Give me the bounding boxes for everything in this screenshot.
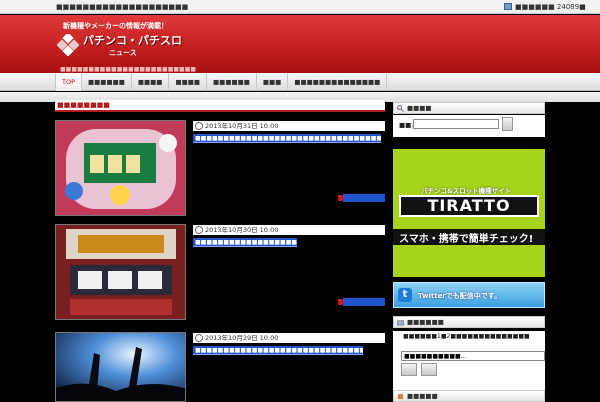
banner-subtitle: パチンコ&スロット機種サイト <box>421 187 512 195</box>
banner-cta-text: スマホ・携帯で簡単チェック! <box>399 234 534 245</box>
twitter-banner-text: Twitterでも配信中です。 <box>418 292 502 300</box>
nav-item[interactable]: ■■■■■■■■■■■■■■ <box>287 73 388 91</box>
logo-site-name-sub: ニュース <box>109 49 137 57</box>
nav-item-top[interactable]: TOP <box>55 73 82 91</box>
ranking-next-button[interactable] <box>421 363 437 376</box>
search-widget: ■■: <box>393 115 545 137</box>
logo-mark-icon <box>57 34 79 56</box>
bottom-widget-header: ■■■■■ <box>393 390 545 402</box>
search-input[interactable] <box>413 119 499 129</box>
post-title-link[interactable]: ■■■■■■■■■■■■■■■■■■■■■■■■■■■■■■■■■■■■■■■■… <box>193 346 363 355</box>
search-button[interactable] <box>502 117 513 131</box>
nav-item[interactable]: ■■■■ <box>130 73 169 91</box>
post-date: 2013年10月29日 10:00 <box>193 333 385 343</box>
section-title: ■■■■■■■■ <box>55 100 385 112</box>
post-thumbnail[interactable] <box>55 120 186 216</box>
ranking-prev-button[interactable] <box>401 363 417 376</box>
ranking-text: ■■■■■■1■2■■■■■■■■■■■■■■ <box>403 333 530 340</box>
ranking-select[interactable] <box>401 351 545 361</box>
folder-icon <box>397 320 404 326</box>
rss-icon <box>504 3 512 10</box>
post-thumbnail[interactable] <box>55 224 186 320</box>
nav-items: TOP ■■■■■■ ■■■■ ■■■■ ■■■■■■ ■■■ ■■■■■■■■… <box>55 73 388 91</box>
global-nav: TOP ■■■■■■ ■■■■ ■■■■ ■■■■■■ ■■■ ■■■■■■■■… <box>0 73 600 91</box>
post-date: 2013年10月31日 10:00 <box>193 121 385 131</box>
post-title-link[interactable]: ■■■■■■■■■■■■■■■■■■■■■■■■■■■■■■■■■■■■■■■■… <box>193 134 381 143</box>
site-tagline: ■■■■■■■■■■■■■■■■■■■■ <box>56 3 189 11</box>
search-icon <box>397 105 404 112</box>
banner-logo-text: TIRATTO <box>427 196 511 215</box>
post-date: 2013年10月30日 10:00 <box>193 225 385 235</box>
post-thumbnail[interactable] <box>55 332 186 402</box>
post-title-link[interactable]: ■■■■■■■■■■■■■■■■■■■■■■■■■■■■■ <box>193 238 297 247</box>
twitter-bird-icon: t <box>398 288 412 302</box>
nav-item[interactable]: ■■■■■■ <box>81 73 131 91</box>
read-more-button[interactable] <box>338 298 385 306</box>
rss-count-label: ■■■■■■ 24089■ <box>515 3 586 11</box>
logo-site-name: パチンコ・パチスロ <box>83 34 182 47</box>
clock-icon <box>195 122 203 130</box>
site-header: 新機種やメーカーの情報が満載！ パチンコ・パチスロ ニュース ■■■■■■■■■… <box>0 15 600 73</box>
tiratto-banner[interactable]: パチンコ&スロット機種サイト TIRATTO スマホ・携帯で簡単チェック! <box>393 149 545 277</box>
clock-icon <box>195 226 203 234</box>
ranking-widget-header: ■■■■■■ <box>393 316 545 328</box>
rss-reader-count[interactable]: ■■■■■■ 24089■ <box>504 3 586 11</box>
clock-icon <box>195 334 203 342</box>
twitter-banner[interactable]: t Twitterでも配信中です。 <box>393 282 545 308</box>
banner-logo: TIRATTO <box>399 195 539 217</box>
nav-item[interactable]: ■■■■ <box>168 73 206 91</box>
site-logo[interactable]: 新機種やメーカーの情報が満載！ パチンコ・パチスロ ニュース <box>57 19 187 63</box>
widget-icon <box>397 393 404 400</box>
section-title-text: ■■■■■■■■ <box>57 101 110 109</box>
site-description: ■■■■■■■■■■■■■■■■■■■■■■■■ <box>60 66 197 73</box>
ranking-widget: ■■■■■■1■2■■■■■■■■■■■■■■ <box>393 331 545 391</box>
nav-item[interactable]: ■■■ <box>255 73 287 91</box>
search-widget-header: ■■■■ <box>393 102 545 114</box>
logo-catchphrase: 新機種やメーカーの情報が満載！ <box>63 22 168 30</box>
read-more-button[interactable] <box>338 194 385 202</box>
banner-cta: スマホ・携帯で簡単チェック! <box>393 229 545 245</box>
search-label: ■■: <box>399 121 414 129</box>
top-bar: ■■■■■■■■■■■■■■■■■■■■ ■■■■■■ 24089■ <box>0 0 600 14</box>
nav-item[interactable]: ■■■■■■ <box>206 73 256 91</box>
